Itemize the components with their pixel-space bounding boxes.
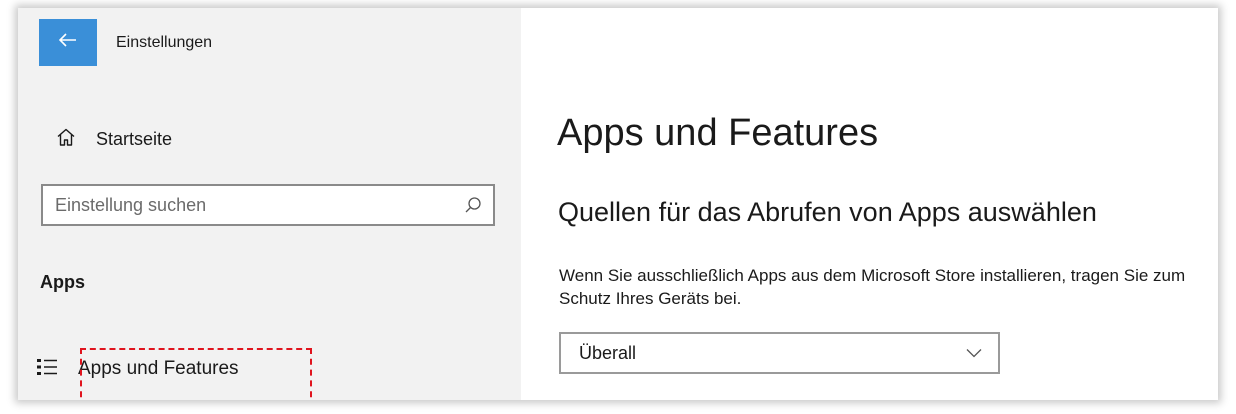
main-content: Apps und Features Quellen für das Abrufe…	[521, 8, 1218, 400]
section-heading-apps: Apps	[40, 272, 85, 292]
list-icon	[36, 357, 58, 382]
sidebar-item-apps-features[interactable]: Apps und Features	[36, 353, 239, 385]
search-input[interactable]	[43, 185, 453, 225]
window-title: Einstellungen	[116, 34, 213, 51]
section-title: Quellen für das Abrufen von Apps auswähl…	[558, 197, 1097, 227]
arrow-left-icon	[58, 33, 77, 52]
back-button[interactable]	[39, 19, 97, 66]
home-icon	[56, 127, 76, 152]
app-source-dropdown[interactable]: Überall	[559, 332, 1000, 374]
chevron-down-icon	[950, 348, 998, 358]
home-label: Startseite	[96, 128, 173, 149]
search-box[interactable]	[41, 184, 495, 226]
search-icon[interactable]	[453, 196, 493, 214]
sidebar: Einstellungen Startseite Apps	[18, 8, 521, 400]
sidebar-item-label: Apps und Features	[78, 358, 239, 379]
description-text: Wenn Sie ausschließlich Apps aus dem Mic…	[559, 266, 1186, 308]
settings-window: Einstellungen Startseite Apps	[18, 8, 1218, 400]
dropdown-value: Überall	[579, 342, 637, 363]
page-title: Apps und Features	[557, 112, 879, 154]
sidebar-item-home[interactable]: Startseite	[56, 123, 172, 155]
